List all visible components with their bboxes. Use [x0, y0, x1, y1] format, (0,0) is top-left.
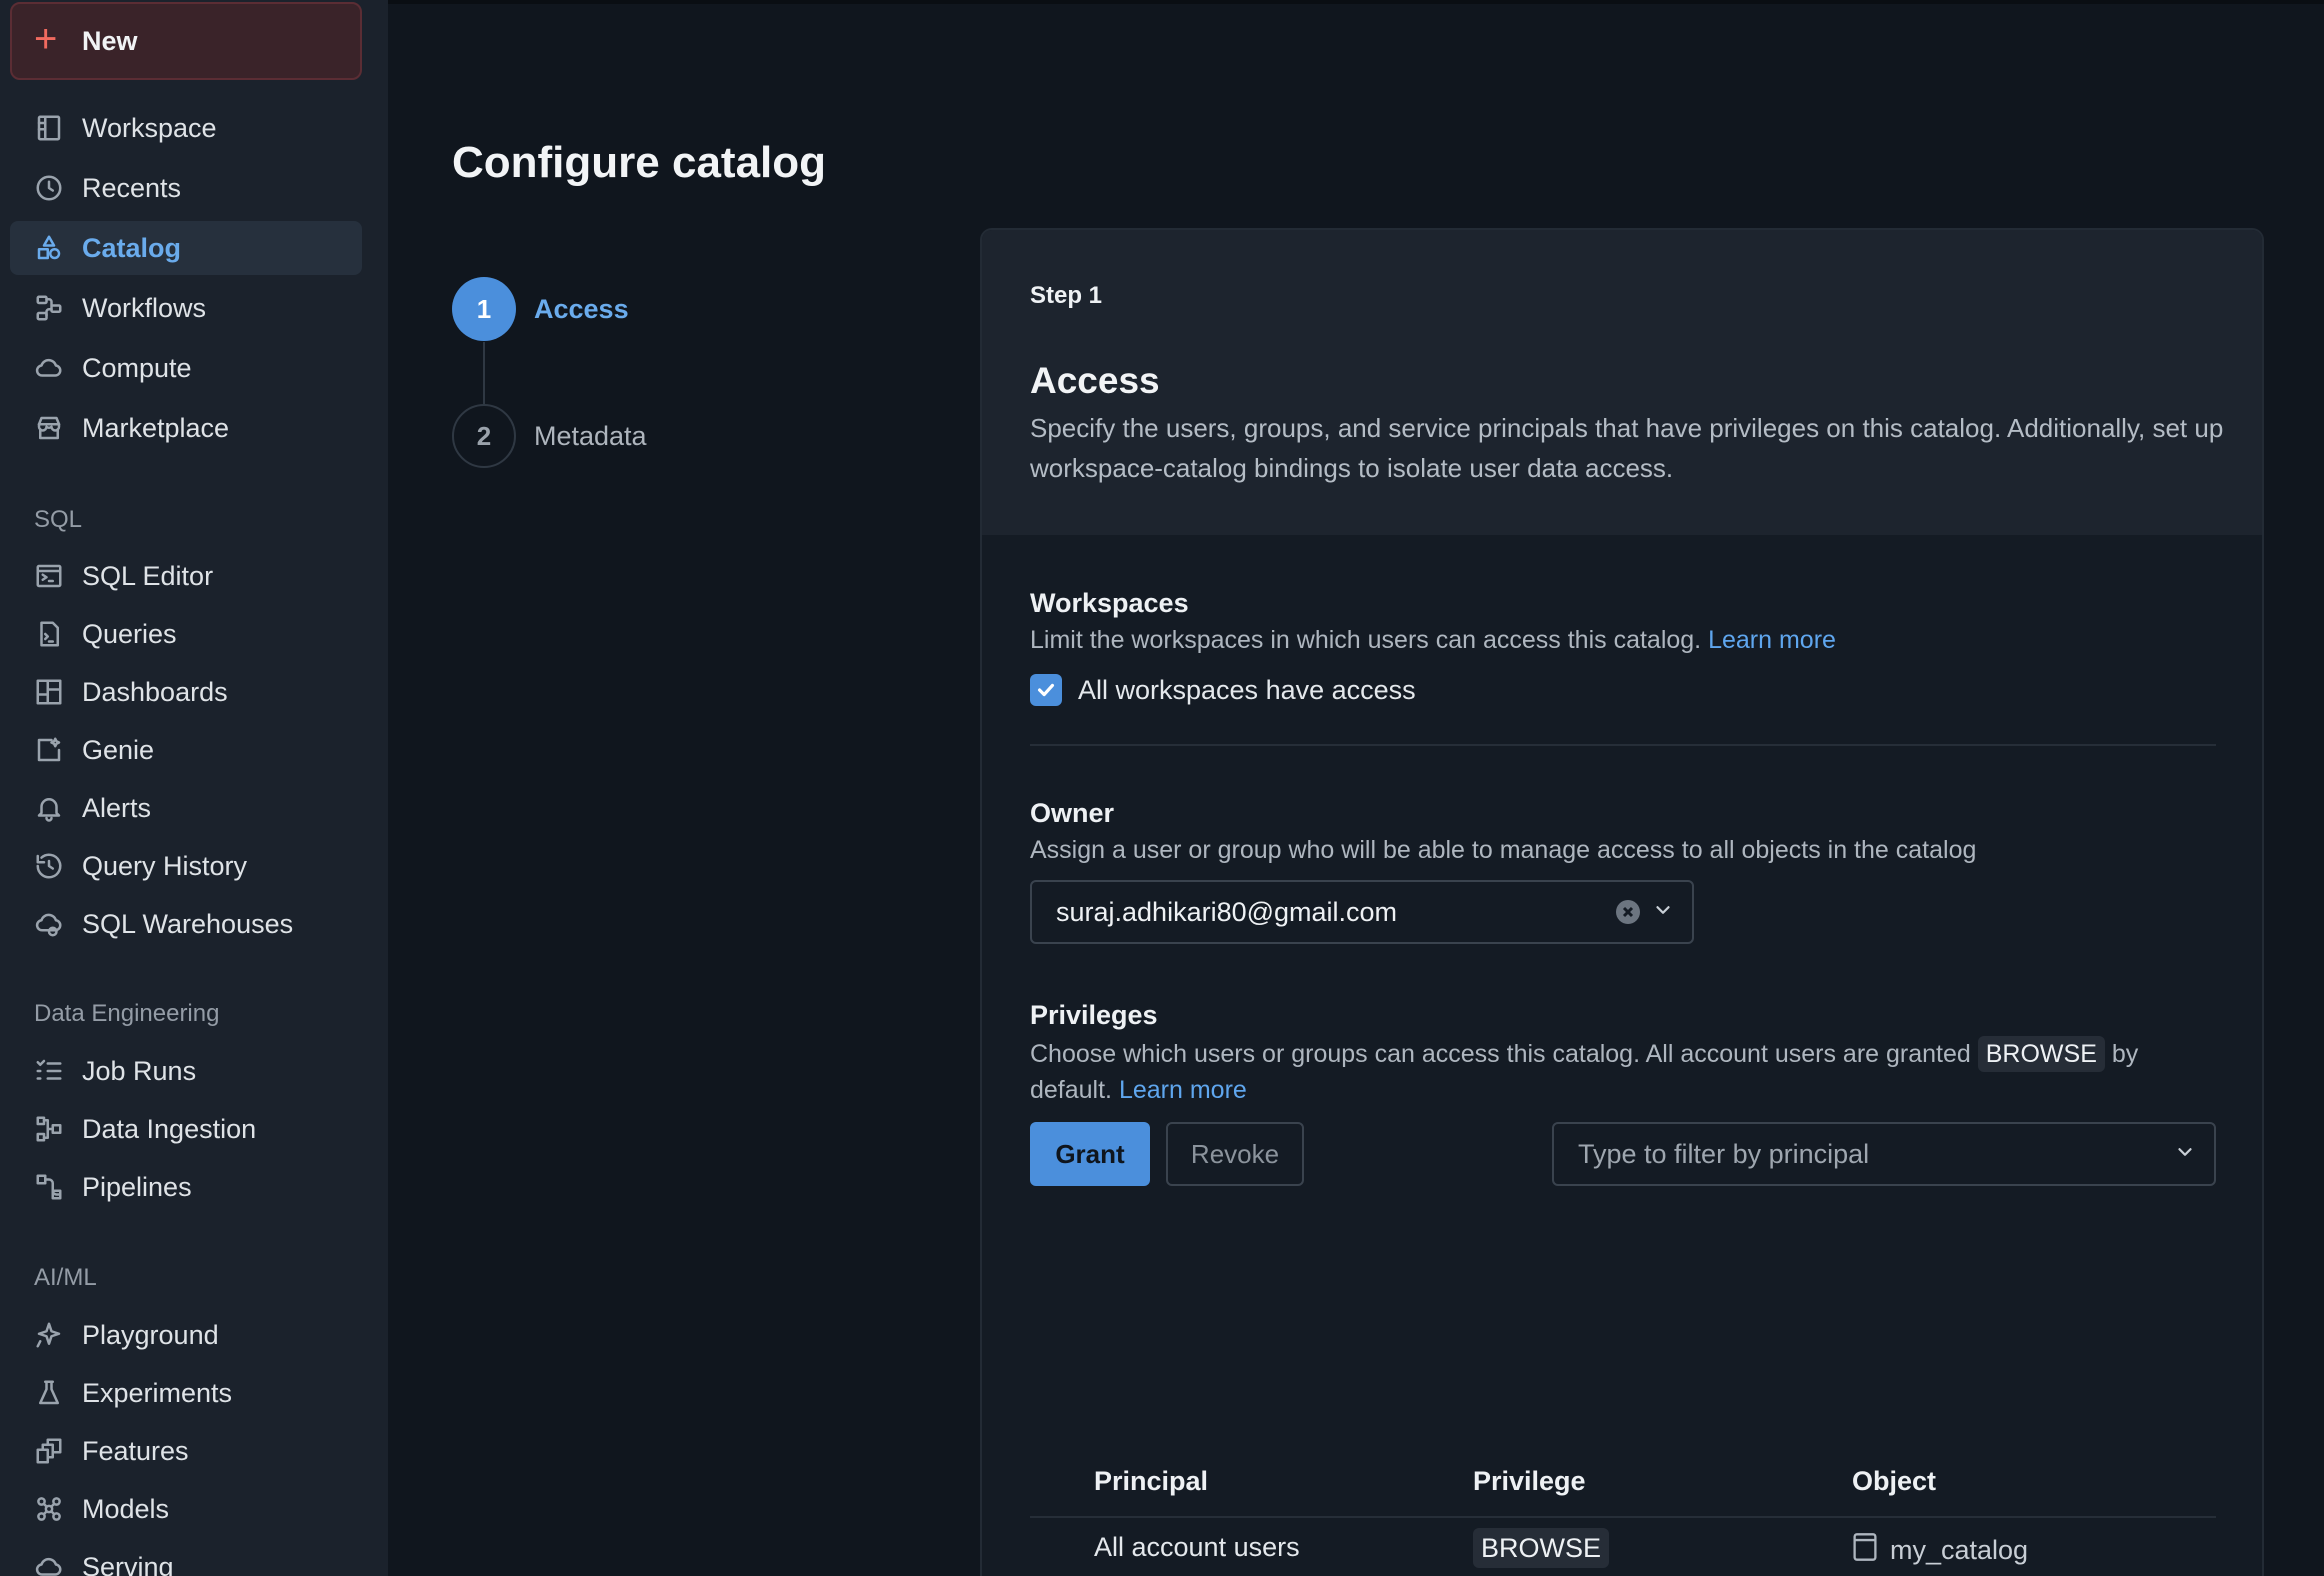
sidebar-item-features[interactable]: Features — [10, 1424, 362, 1478]
section-label-sql: SQL — [34, 506, 83, 533]
step-kicker: Step 1 — [1030, 282, 1103, 309]
chevron-down-icon[interactable] — [2174, 1141, 2196, 1168]
filter-placeholder: Type to filter by principal — [1578, 1138, 1870, 1169]
step-access[interactable]: 1 Access — [452, 277, 629, 341]
privileges-learn-more-link[interactable]: Learn more — [1119, 1076, 1247, 1104]
sidebar-item-queries[interactable]: Queries — [10, 607, 362, 661]
check-icon — [1037, 683, 1055, 697]
query-file-icon — [34, 619, 64, 649]
sidebar-item-dashboards[interactable]: Dashboards — [10, 665, 362, 719]
all-workspaces-checkbox[interactable] — [1030, 674, 1062, 706]
sidebar-item-sql-warehouses[interactable]: SQL Warehouses — [10, 897, 362, 951]
sidebar: + New Workspace Recents Catalog Workflow… — [0, 0, 388, 1576]
owner-value: suraj.adhikari80@gmail.com — [1056, 896, 1398, 927]
sparkle-icon — [34, 1320, 64, 1350]
privileges-title: Privileges — [1030, 1000, 1158, 1030]
column-header-privilege[interactable]: Privilege — [1473, 1466, 1586, 1497]
workflows-icon — [34, 293, 64, 323]
column-header-principal[interactable]: Principal — [1094, 1466, 1208, 1497]
pipelines-icon — [34, 1172, 64, 1202]
bell-icon — [34, 793, 64, 823]
store-icon — [34, 413, 64, 443]
dashboard-icon — [34, 677, 64, 707]
sidebar-item-experiments[interactable]: Experiments — [10, 1366, 362, 1420]
page-title: Configure catalog — [452, 138, 827, 187]
step-label: Access — [534, 293, 629, 324]
flask-icon — [34, 1378, 64, 1408]
sql-editor-icon — [34, 561, 64, 591]
privileges-description: Choose which users or groups can access … — [1030, 1036, 2220, 1108]
sidebar-item-workflows[interactable]: Workflows — [10, 281, 362, 335]
sidebar-item-query-history[interactable]: Query History — [10, 839, 362, 893]
sidebar-item-recents[interactable]: Recents — [10, 161, 362, 215]
sidebar-item-sql-editor[interactable]: SQL Editor — [10, 549, 362, 603]
top-border — [388, 0, 2324, 4]
workspaces-description: Limit the workspaces in which users can … — [1030, 626, 1836, 654]
cell-principal: All account users — [1094, 1532, 1300, 1562]
job-runs-icon — [34, 1056, 64, 1086]
sidebar-item-models[interactable]: Models — [10, 1482, 362, 1536]
table-header-divider — [1030, 1516, 2216, 1518]
new-button[interactable]: + New — [10, 2, 362, 80]
workspaces-title: Workspaces — [1030, 588, 1189, 618]
revoke-button[interactable]: Revoke — [1166, 1122, 1304, 1186]
features-icon — [34, 1436, 64, 1466]
chevron-down-icon[interactable] — [1652, 899, 1674, 926]
clear-icon[interactable] — [1616, 900, 1640, 924]
section-divider — [1030, 744, 2216, 746]
serving-icon — [34, 1552, 64, 1576]
new-button-label: New — [82, 25, 138, 56]
step-metadata[interactable]: 2 Metadata — [452, 404, 647, 468]
cloud-icon — [34, 353, 64, 383]
genie-icon — [34, 735, 64, 765]
sidebar-item-marketplace[interactable]: Marketplace — [10, 401, 362, 455]
card-header: Step 1 Access Specify the users, groups,… — [982, 230, 2262, 535]
sidebar-item-alerts[interactable]: Alerts — [10, 781, 362, 835]
card-description: Specify the users, groups, and service p… — [1030, 413, 2224, 483]
sidebar-item-workspace[interactable]: Workspace — [10, 101, 362, 155]
clock-icon — [34, 173, 64, 203]
browse-code: BROWSE — [1977, 1036, 2105, 1072]
section-label-data-engineering: Data Engineering — [34, 1000, 220, 1027]
all-workspaces-label: All workspaces have access — [1078, 674, 1416, 705]
card-title: Access — [1030, 360, 1160, 401]
sidebar-item-catalog[interactable]: Catalog — [10, 221, 362, 275]
sidebar-item-genie[interactable]: Genie — [10, 723, 362, 777]
history-icon — [34, 851, 64, 881]
cell-privilege: BROWSE — [1473, 1528, 1610, 1568]
cell-object: my_catalog — [1852, 1532, 2028, 1569]
grant-button[interactable]: Grant — [1030, 1122, 1150, 1186]
sidebar-item-job-runs[interactable]: Job Runs — [10, 1044, 362, 1098]
owner-description: Assign a user or group who will be able … — [1030, 836, 1977, 864]
ingestion-icon — [34, 1114, 64, 1144]
sidebar-item-playground[interactable]: Playground — [10, 1308, 362, 1362]
sidebar-item-data-ingestion[interactable]: Data Ingestion — [10, 1102, 362, 1156]
principal-filter-select[interactable]: Type to filter by principal — [1552, 1122, 2216, 1186]
sidebar-item-pipelines[interactable]: Pipelines — [10, 1160, 362, 1214]
access-card: Step 1 Access Specify the users, groups,… — [980, 228, 2264, 1576]
owner-select[interactable]: suraj.adhikari80@gmail.com — [1030, 880, 1694, 944]
owner-title: Owner — [1030, 798, 1115, 828]
step-connector — [483, 342, 485, 404]
step-label: Metadata — [534, 420, 647, 451]
workspace-icon — [34, 113, 64, 143]
sidebar-item-serving[interactable]: Serving — [10, 1540, 362, 1576]
catalog-icon — [34, 233, 64, 263]
sidebar-item-compute[interactable]: Compute — [10, 341, 362, 395]
workspaces-learn-more-link[interactable]: Learn more — [1708, 626, 1836, 654]
step-number: 2 — [452, 404, 516, 468]
catalog-object-icon — [1852, 1532, 1878, 1569]
step-number: 1 — [452, 277, 516, 341]
column-header-object[interactable]: Object — [1852, 1466, 1936, 1497]
all-workspaces-checkbox-row[interactable]: All workspaces have access — [1030, 674, 1416, 706]
plus-icon: + — [34, 17, 58, 61]
warehouse-icon — [34, 909, 64, 939]
section-label-ai-ml: AI/ML — [34, 1264, 97, 1291]
models-icon — [34, 1494, 64, 1524]
main-content: Configure catalog 1 Access 2 Metadata St… — [388, 0, 2324, 1576]
